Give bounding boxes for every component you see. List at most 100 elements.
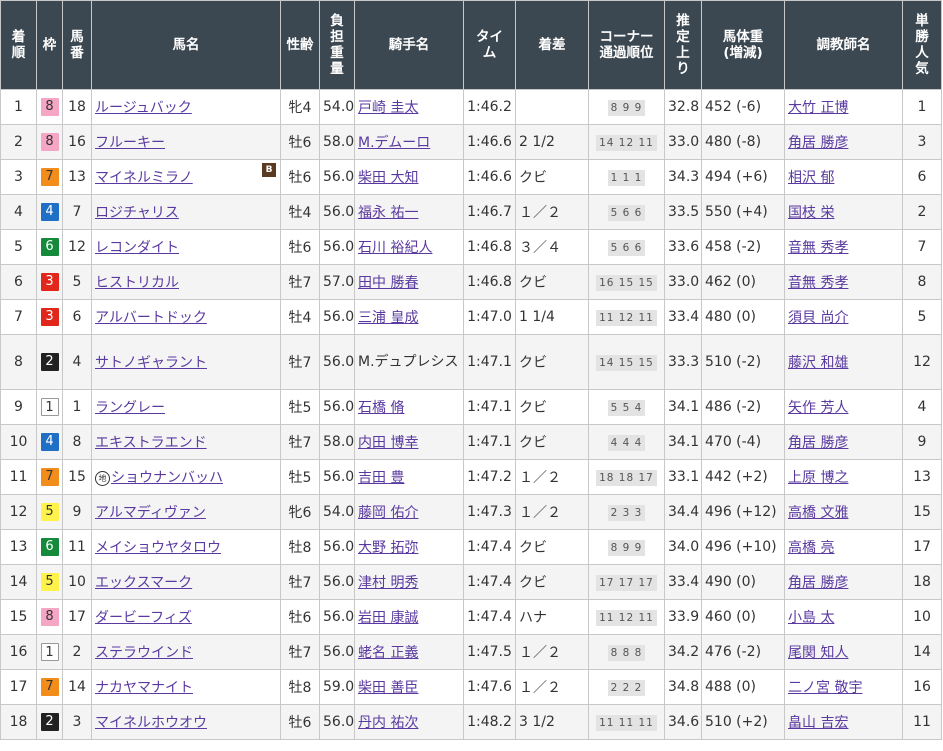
trainer-name-link[interactable]: 角居 勝彦 (788, 135, 848, 151)
trainer-name-link[interactable]: 高橋 文雅 (788, 505, 848, 521)
table-row: 6 3 5 ヒストリカル 牡7 57.0 田中 勝春 1:46.8 クビ 16 15 15 33.0… (0, 264, 942, 300)
jockey-name-link[interactable]: 福永 祐一 (358, 205, 418, 221)
trainer-cell: 上原 博之 (784, 459, 903, 495)
jockey-name-link[interactable]: 田中 勝春 (358, 275, 418, 291)
time-cell: 1:47.4 (463, 564, 516, 600)
time-cell: 1:47.1 (463, 389, 516, 425)
rank-cell: 7 (0, 299, 37, 335)
umaban-cell: 12 (62, 229, 92, 265)
horse-name-link[interactable]: ナカヤマナイト (95, 680, 193, 696)
sexage-cell: 牡7 (280, 634, 320, 670)
horse-name-link[interactable]: エックスマーク (95, 575, 192, 591)
jockey-name-link[interactable]: 大野 拓弥 (358, 540, 418, 556)
popularity-cell: 3 (902, 124, 942, 160)
trainer-name-link[interactable]: 畠山 吉宏 (788, 715, 848, 731)
corner-cell: 14 12 11 (588, 124, 665, 160)
time-cell: 1:47.5 (463, 634, 516, 670)
jockey-name-link[interactable]: 柴田 大知 (358, 170, 418, 186)
rank-cell: 1 (0, 89, 37, 125)
horse-name-link[interactable]: マイネルホウオウ (95, 715, 207, 731)
horse-cell: ラングレー (91, 389, 281, 425)
horse-name-link[interactable]: アルマディヴァン (95, 505, 206, 521)
waku-cell: 4 (36, 424, 63, 460)
corner-positions: 11 11 11 (596, 714, 657, 731)
waku-cell: 6 (36, 529, 63, 565)
last3f-cell: 32.8 (664, 89, 702, 125)
sexage-cell: 牡5 (280, 389, 320, 425)
waku-badge: 5 (40, 573, 59, 591)
rank-cell: 6 (0, 264, 37, 300)
sexage-cell: 牡6 (280, 124, 320, 160)
horse-name-link[interactable]: アルバートドック (95, 310, 207, 326)
trainer-name-link[interactable]: 角居 勝彦 (788, 435, 848, 451)
trainer-name-link[interactable]: 小島 太 (788, 610, 834, 626)
horse-name-link[interactable]: ルージュバック (95, 100, 192, 116)
jockey-name-link[interactable]: M.デムーロ (358, 135, 430, 151)
horse-name-link[interactable]: ステラウインド (95, 645, 193, 661)
waku-badge: 1 (40, 398, 59, 416)
jockey-name-link[interactable]: 丹内 祐次 (358, 715, 418, 731)
horse-name-link[interactable]: サトノギャラント (95, 355, 207, 371)
trainer-name-link[interactable]: 音無 秀孝 (788, 275, 848, 291)
popularity-cell: 6 (902, 159, 942, 195)
trainer-name-link[interactable]: 二ノ宮 敬宇 (788, 680, 862, 696)
corner-positions: 8 8 8 (607, 644, 646, 661)
rank-cell: 5 (0, 229, 37, 265)
trainer-name-link[interactable]: 角居 勝彦 (788, 575, 848, 591)
jockey-name-link[interactable]: 戸崎 圭太 (358, 100, 418, 116)
umaban-cell: 15 (62, 459, 92, 495)
trainer-name-link[interactable]: 相沢 郁 (788, 170, 834, 186)
last3f-cell: 34.6 (664, 704, 702, 740)
jockey-name-link[interactable]: 岩田 康誠 (358, 610, 418, 626)
jockey-name-link[interactable]: 三浦 皇成 (358, 310, 418, 326)
horse-name-link[interactable]: レコンダイト (95, 240, 179, 256)
horse-name-link[interactable]: メイショウヤタロウ (95, 540, 221, 556)
trainer-name-link[interactable]: 矢作 芳人 (788, 400, 848, 416)
weight-cell: 58.0 (319, 424, 355, 460)
trainer-name-link[interactable]: 高橋 亮 (788, 540, 834, 556)
jockey-name-link[interactable]: 藤岡 佑介 (358, 505, 418, 521)
corner-positions: 11 12 11 (596, 309, 657, 326)
last3f-cell: 34.0 (664, 529, 702, 565)
margin-cell: ３／４ (515, 229, 589, 265)
horse-name-link[interactable]: マイネルミラノ (95, 170, 193, 186)
table-row: 2 8 16 フルーキー 牡6 58.0 M.デムーロ 1:46.6 2 1/2 14 12 11… (0, 124, 942, 160)
waku-badge: 1 (40, 643, 59, 661)
umaban-cell: 11 (62, 529, 92, 565)
horse-name-link[interactable]: ラングレー (95, 400, 165, 416)
trainer-name-link[interactable]: 尾関 知人 (788, 645, 848, 661)
horse-name-link[interactable]: フルーキー (95, 135, 165, 151)
popularity-cell: 2 (902, 194, 942, 230)
rank-cell: 16 (0, 634, 37, 670)
jockey-name-link[interactable]: 吉田 豊 (358, 470, 404, 486)
corner-cell: 11 11 11 (588, 704, 665, 740)
horse-name-link[interactable]: エキストラエンド (95, 435, 207, 451)
waku-badge: 4 (40, 203, 59, 221)
jockey-name-link[interactable]: 柴田 善臣 (358, 680, 418, 696)
horse-cell: ナカヤマナイト (91, 669, 281, 705)
jockey-name-link[interactable]: 石橋 脩 (358, 400, 404, 416)
waku-cell: 3 (36, 299, 63, 335)
bodyweight-cell: 496 (+12) (701, 494, 785, 530)
trainer-name-link[interactable]: 音無 秀孝 (788, 240, 848, 256)
bodyweight-cell: 494 (+6) (701, 159, 785, 195)
trainer-name-link[interactable]: 須貝 尚介 (788, 310, 848, 326)
trainer-name-link[interactable]: 上原 博之 (788, 470, 848, 486)
jockey-name-link[interactable]: 津村 明秀 (358, 575, 418, 591)
horse-name-link[interactable]: ダービーフィズ (95, 610, 192, 626)
jockey-name-link[interactable]: 内田 博幸 (358, 435, 418, 451)
horse-cell: ダービーフィズ (91, 599, 281, 635)
trainer-name-link[interactable]: 大竹 正博 (788, 100, 848, 116)
trainer-cell: 大竹 正博 (784, 89, 903, 125)
jockey-name-link[interactable]: 蛯名 正義 (358, 645, 418, 661)
rank-cell: 11 (0, 459, 37, 495)
horse-name-link[interactable]: ヒストリカル (95, 275, 179, 291)
weight-cell: 56.0 (319, 389, 355, 425)
trainer-name-link[interactable]: 国枝 栄 (788, 205, 834, 221)
trainer-name-link[interactable]: 藤沢 和雄 (788, 355, 848, 371)
horse-name-link[interactable]: ロジチャリス (95, 205, 179, 221)
trainer-cell: 高橋 文雅 (784, 494, 903, 530)
margin-cell: 3 1/2 (515, 704, 589, 740)
jockey-name-link[interactable]: 石川 裕紀人 (358, 240, 432, 256)
horse-name-link[interactable]: ショウナンバッハ (111, 470, 223, 486)
